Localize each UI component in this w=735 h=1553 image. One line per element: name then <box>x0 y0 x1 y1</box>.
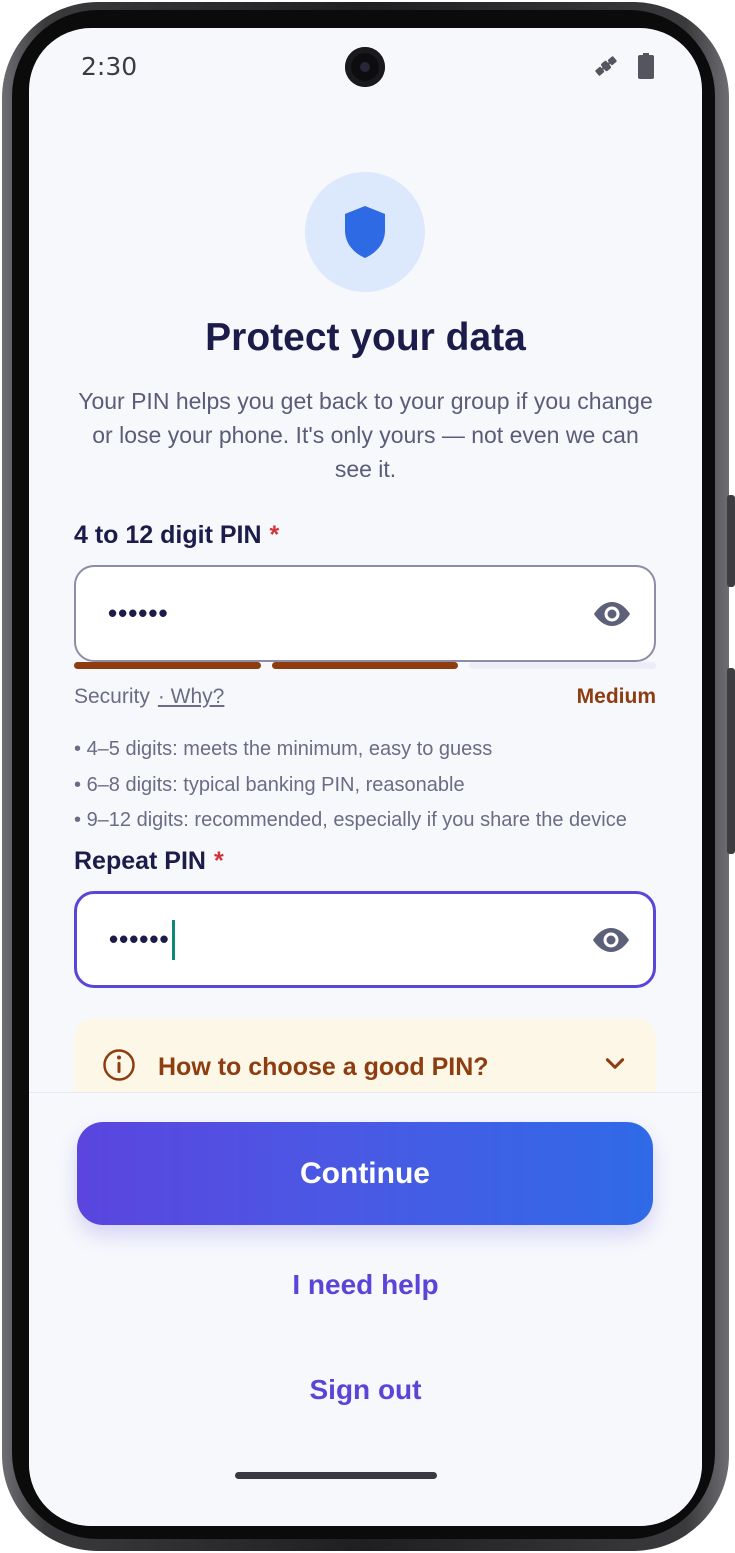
screen: 2:30 Protect your data Your PIN helps yo… <box>29 28 702 1526</box>
required-mark: * <box>213 847 224 875</box>
status-time: 2:30 <box>81 52 138 81</box>
info-icon <box>103 1049 135 1081</box>
shield-icon <box>345 206 385 258</box>
help-button[interactable]: I need help <box>29 1269 702 1301</box>
sign-out-button[interactable]: Sign out <box>29 1374 702 1406</box>
security-label: Security <box>74 685 150 708</box>
repeat-pin-visibility-toggle[interactable] <box>589 918 633 962</box>
battery-icon <box>638 53 654 79</box>
pin-label-text: 4 to 12 digit PIN <box>74 521 262 549</box>
volume-button <box>727 668 735 854</box>
security-label-group: Security · Why? <box>74 685 224 709</box>
shield-badge <box>305 172 425 292</box>
page-title: Protect your data <box>205 316 526 359</box>
text-caret <box>171 919 175 960</box>
home-indicator[interactable] <box>235 1472 437 1479</box>
eye-icon <box>593 927 629 952</box>
security-row: Security · Why? Medium <box>74 685 656 709</box>
pin-tips: 4–5 digits: meets the minimum, easy to g… <box>74 732 674 839</box>
repeat-pin-input[interactable]: •••••• <box>74 891 656 988</box>
repeat-pin-label-text: Repeat PIN <box>74 847 206 875</box>
strength-segment <box>271 662 459 669</box>
strength-level: Medium <box>576 685 656 708</box>
strength-meter <box>74 662 657 669</box>
why-link[interactable]: · Why? <box>158 685 225 708</box>
required-mark: * <box>269 521 280 549</box>
tip-item: 9–12 digits: recommended, especially if … <box>74 803 674 839</box>
tip-item: 4–5 digits: meets the minimum, easy to g… <box>74 732 674 768</box>
pin-visibility-toggle[interactable] <box>590 592 634 636</box>
bottom-actions: Continue I need help Sign out <box>29 1092 702 1526</box>
repeat-pin-dots: •••••• <box>109 924 170 954</box>
pin-help-text: How to choose a good PIN? <box>158 1053 489 1081</box>
strength-segment <box>74 662 261 669</box>
repeat-pin-input-value: •••••• <box>109 919 175 960</box>
pin-label: 4 to 12 digit PIN * <box>74 521 279 550</box>
tip-item: 6–8 digits: typical banking PIN, reasona… <box>74 768 674 804</box>
chevron-down-icon <box>605 1058 625 1069</box>
strength-segment <box>469 662 657 669</box>
eye-icon <box>594 601 630 626</box>
continue-button[interactable]: Continue <box>77 1122 653 1225</box>
front-camera <box>345 47 385 87</box>
page-subtitle: Your PIN helps you get back to your grou… <box>78 388 653 482</box>
satellite-icon <box>595 56 617 76</box>
power-button <box>727 495 735 587</box>
pin-input[interactable]: •••••• <box>74 565 656 662</box>
repeat-pin-label: Repeat PIN * <box>74 847 224 876</box>
pin-input-value: •••••• <box>108 598 169 628</box>
status-icons <box>592 52 654 80</box>
